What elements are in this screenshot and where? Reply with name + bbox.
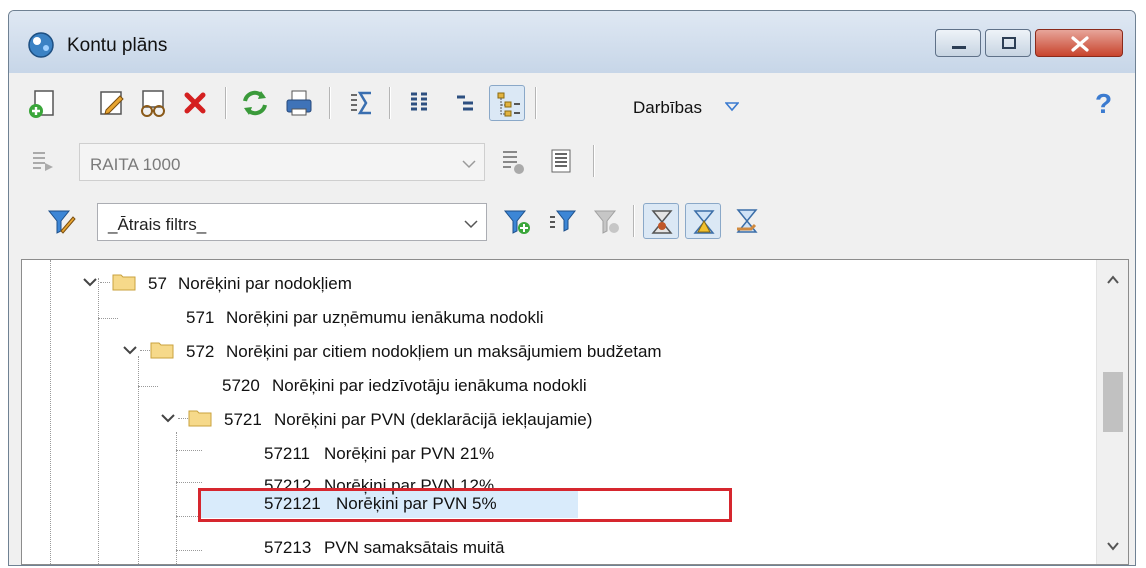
view-toolbar: RAITA 1000 bbox=[9, 135, 1135, 187]
filter-add-icon bbox=[503, 210, 530, 234]
filter-disabled-icon bbox=[593, 210, 619, 234]
close-button[interactable] bbox=[1035, 29, 1123, 57]
main-toolbar: Darbības ? bbox=[9, 77, 1135, 129]
columns-button[interactable] bbox=[401, 85, 437, 121]
list-arrow-icon bbox=[33, 152, 53, 171]
view-select: RAITA 1000 bbox=[79, 143, 485, 181]
scrollbar-thumb[interactable] bbox=[1103, 372, 1123, 432]
chevron-down-icon[interactable] bbox=[725, 102, 739, 112]
chevron-down-icon[interactable] bbox=[160, 410, 176, 426]
chevron-up-icon[interactable] bbox=[1105, 272, 1121, 288]
refresh-button[interactable] bbox=[237, 85, 273, 121]
title-bar[interactable]: Kontu plāns bbox=[9, 11, 1135, 73]
svg-text:?: ? bbox=[1095, 88, 1112, 119]
maximize-button[interactable] bbox=[985, 29, 1031, 57]
help-button[interactable]: ? bbox=[1085, 85, 1121, 121]
chevron-down-icon[interactable] bbox=[82, 274, 98, 290]
columns-icon bbox=[411, 92, 427, 111]
hourglass-user-icon bbox=[651, 210, 673, 234]
warning-filter-toggle[interactable] bbox=[685, 203, 721, 239]
new-document-icon bbox=[29, 90, 54, 118]
chevron-down-icon[interactable] bbox=[122, 342, 138, 358]
remove-filter-button bbox=[589, 203, 625, 239]
delete-button[interactable] bbox=[177, 85, 213, 121]
chevron-down-icon bbox=[464, 220, 478, 229]
window-title: Kontu plāns bbox=[67, 35, 168, 56]
minimize-button[interactable] bbox=[935, 29, 981, 57]
refresh-icon bbox=[243, 90, 267, 116]
minimize-icon bbox=[952, 46, 966, 49]
user-filter-toggle[interactable] bbox=[643, 203, 679, 239]
delete-icon bbox=[184, 92, 206, 114]
apply-view-button bbox=[25, 143, 61, 179]
chevron-down-icon[interactable] bbox=[1105, 538, 1121, 554]
folder-icon bbox=[150, 342, 174, 359]
list-icon bbox=[551, 149, 571, 173]
filter-edit-icon bbox=[47, 210, 76, 234]
edit-button[interactable] bbox=[93, 85, 129, 121]
chevron-down-icon bbox=[462, 160, 476, 169]
view-settings-button[interactable] bbox=[543, 143, 579, 179]
print-button[interactable] bbox=[281, 85, 317, 121]
filter-list-button[interactable] bbox=[545, 203, 581, 239]
hourglass-warning-icon bbox=[693, 210, 715, 234]
add-filter-button[interactable] bbox=[499, 203, 535, 239]
edit-filter-button[interactable] bbox=[43, 203, 79, 239]
help-icon: ? bbox=[1095, 88, 1112, 119]
quick-filter-select[interactable]: _Ātrais filtrs_ bbox=[97, 203, 487, 241]
actions-menu[interactable]: Darbības bbox=[633, 98, 702, 118]
add-button[interactable] bbox=[25, 85, 61, 121]
vertical-scrollbar[interactable] bbox=[1096, 260, 1128, 564]
add-view-button[interactable] bbox=[495, 143, 531, 179]
close-icon bbox=[1071, 36, 1089, 52]
maximize-icon bbox=[1002, 37, 1016, 49]
filter-toolbar: _Ātrais filtrs_ bbox=[9, 195, 1135, 247]
edit-icon bbox=[100, 91, 124, 115]
hand-filter-button[interactable] bbox=[729, 203, 765, 239]
app-icon bbox=[28, 32, 54, 58]
glasses-icon bbox=[141, 90, 165, 117]
highlight-box bbox=[198, 488, 732, 522]
folder-icon bbox=[188, 410, 212, 427]
view-button[interactable] bbox=[135, 85, 171, 121]
chart-of-accounts-window: Kontu plāns Darbības ? RAITA 1000 _Ātrai… bbox=[8, 10, 1136, 566]
tree-view-icon bbox=[497, 92, 520, 117]
indent-button[interactable] bbox=[447, 85, 483, 121]
sum-icon bbox=[351, 91, 371, 115]
tree-view-toggle[interactable] bbox=[489, 85, 525, 121]
totals-button[interactable] bbox=[343, 85, 379, 121]
filter-list-icon bbox=[550, 210, 577, 232]
indent-icon bbox=[457, 95, 473, 111]
list-add-icon bbox=[503, 151, 524, 174]
printer-icon bbox=[286, 90, 312, 116]
folder-icon bbox=[112, 274, 136, 291]
accounts-tree[interactable]: 57 Norēķini par nodokļiem 571 Norēķini p… bbox=[21, 259, 1129, 565]
hourglass-hand-icon bbox=[736, 209, 758, 233]
